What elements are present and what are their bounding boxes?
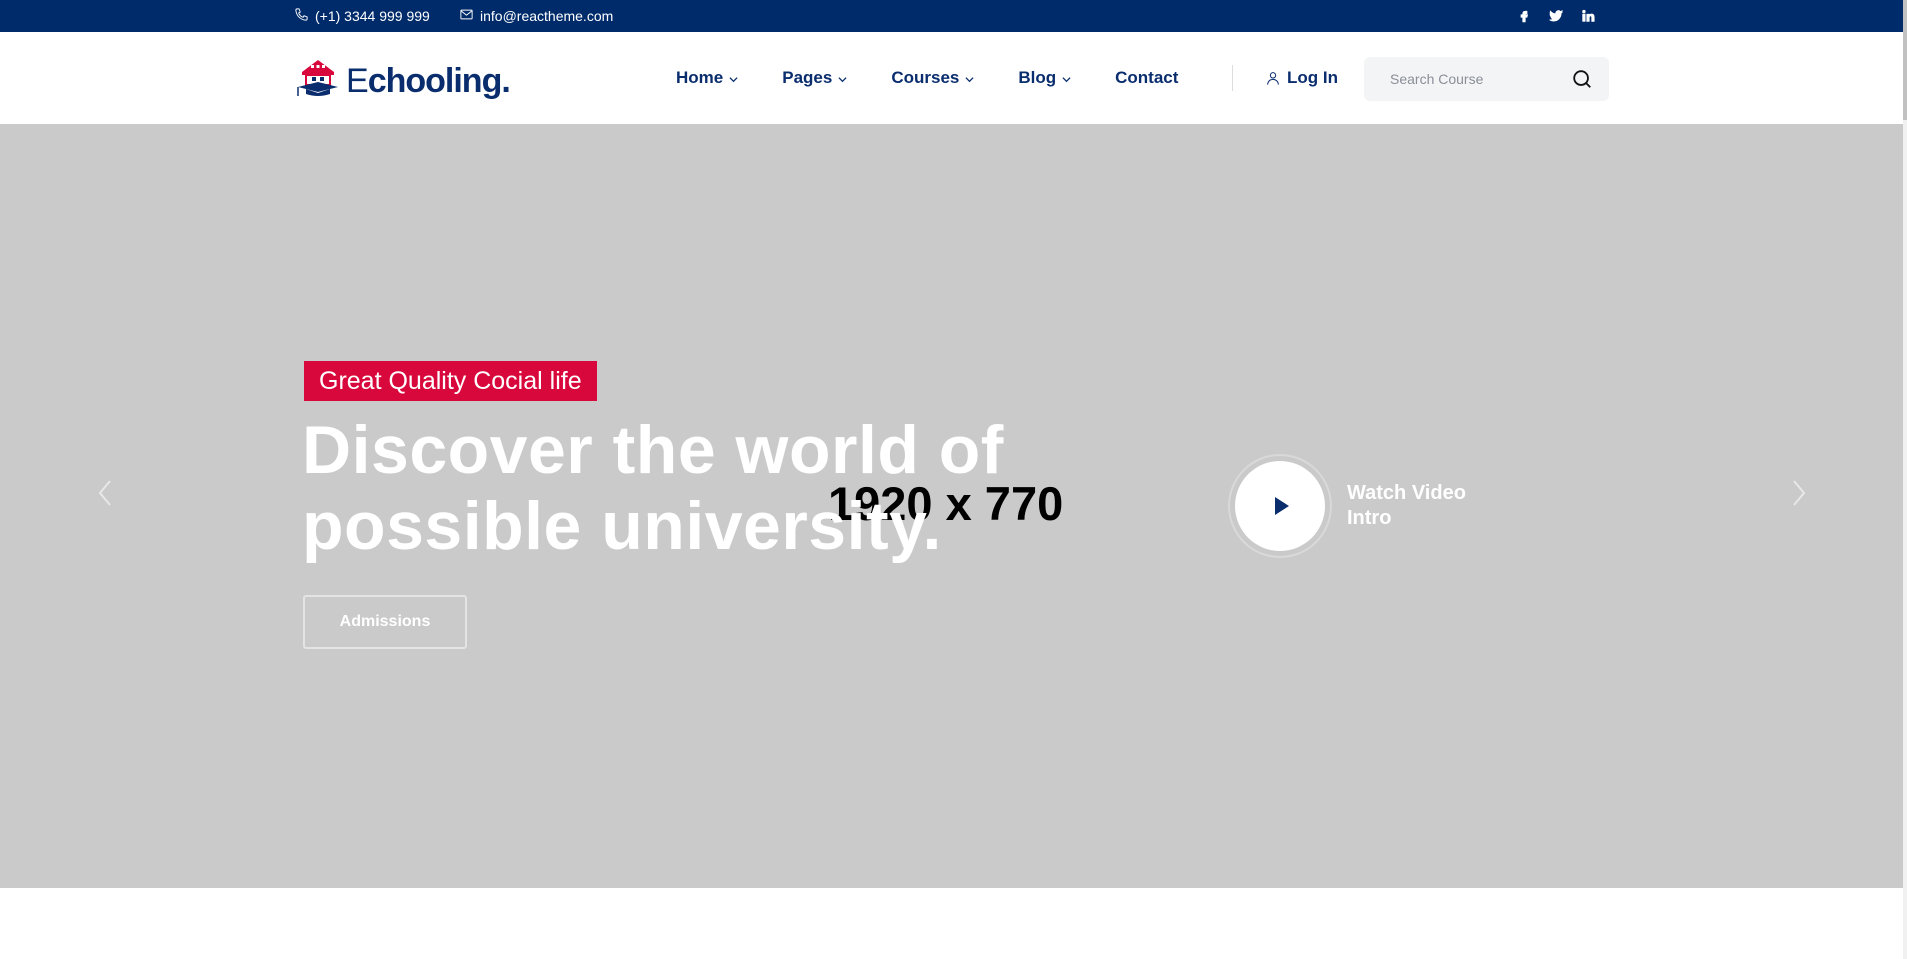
facebook-icon[interactable] [1517,9,1531,23]
logo-first-letter: E [346,62,369,100]
phone-contact[interactable]: (+1) 3344 999 999 [294,0,430,32]
user-icon [1267,72,1279,85]
chevron-down-icon [729,76,738,82]
twitter-icon[interactable] [1549,9,1563,23]
phone-number: (+1) 3344 999 999 [315,8,430,24]
logo-wordmark: Echooling. [346,62,511,100]
hero-headline-line1: Discover the world of [302,412,1004,488]
slider-next-button[interactable] [1786,476,1812,510]
email-contact[interactable]: info@reactheme.com [459,0,613,32]
chevron-left-icon [98,480,111,506]
hero-badge: Great Quality Cocial life [304,361,597,401]
nav-item-label: Home [676,68,724,87]
nav-item-courses[interactable]: Courses [891,68,974,88]
hero-headline-line2: possible university. [302,488,942,564]
site-logo[interactable]: Echooling. [294,54,511,100]
chevron-down-icon [1062,76,1071,82]
school-logo-icon [297,60,338,96]
watch-video-label[interactable]: Watch Video Intro [1347,481,1487,531]
login-label: Log In [1287,68,1338,87]
scrollbar-thumb[interactable] [1903,0,1907,120]
page-scrollbar[interactable] [1903,0,1907,959]
nav-item-label: Contact [1115,68,1179,87]
search-input[interactable] [1364,57,1564,101]
nav-item-label: Blog [1018,68,1057,87]
primary-nav: Home Pages Courses Blog Contact [676,32,1222,124]
social-links [1517,0,1595,32]
play-circle [1235,461,1325,551]
email-address: info@reactheme.com [480,8,614,24]
nav-item-label: Courses [891,68,960,87]
linkedin-icon[interactable] [1581,9,1595,23]
watch-video-line1: Watch Video [1347,482,1466,504]
nav-item-blog[interactable]: Blog [1018,68,1071,88]
nav-item-label: Pages [782,68,833,87]
top-bar: (+1) 3344 999 999 info@reactheme.com [0,0,1907,32]
slider-prev-button[interactable] [92,476,118,510]
main-header: Echooling. Home Pages Courses Blog Conta… [0,32,1907,124]
chevron-down-icon [838,76,847,82]
nav-divider [1232,65,1233,91]
admissions-button[interactable]: Admissions [303,595,467,649]
nav-item-contact[interactable]: Contact [1115,68,1178,88]
search-box [1364,57,1609,101]
login-link[interactable]: Log In [1265,32,1338,124]
chevron-right-icon [1793,480,1806,506]
nav-item-pages[interactable]: Pages [782,68,847,88]
watch-video-line2: Intro [1347,507,1392,529]
chevron-down-icon [965,76,974,82]
phone-icon [294,7,309,25]
hero-headline: Discover the world of possible universit… [302,412,1062,564]
logo-rest: chooling. [367,62,511,100]
play-icon [1274,497,1289,515]
hero-slider: 1920 x 770 Great Quality Cocial life Dis… [0,124,1903,888]
nav-item-home[interactable]: Home [676,68,738,88]
mail-icon [459,7,474,25]
video-play-button[interactable] [1228,454,1332,558]
search-icon[interactable] [1571,68,1593,90]
